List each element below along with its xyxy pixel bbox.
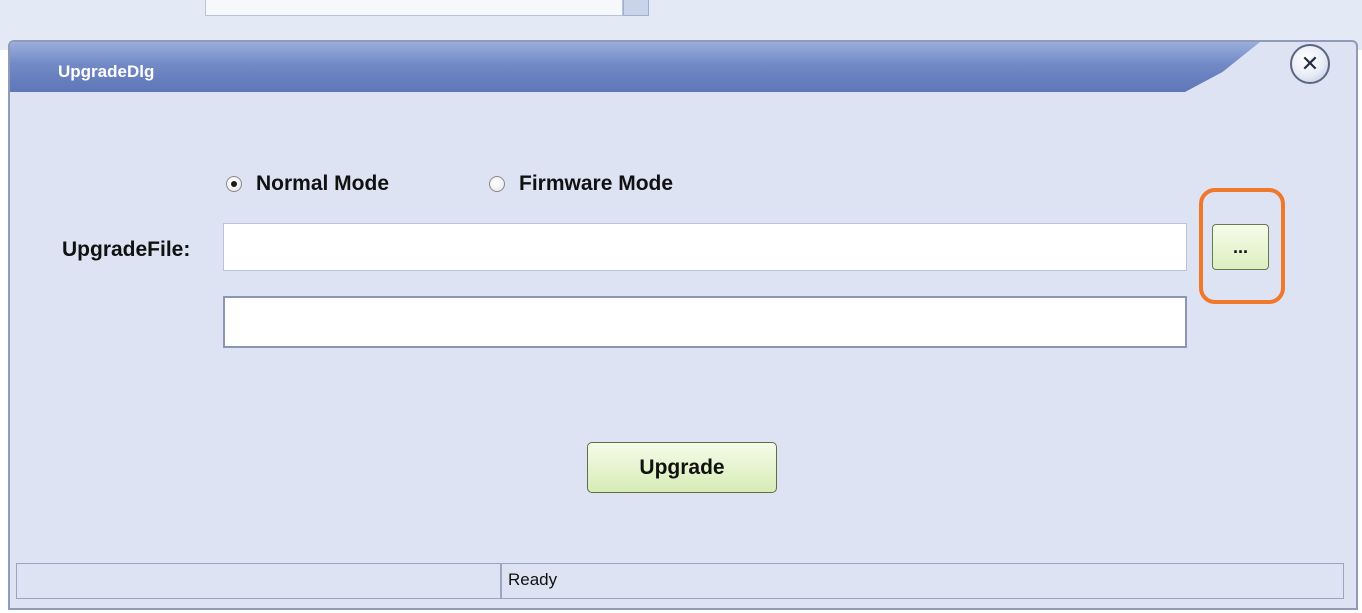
status-bar: Ready	[16, 563, 1344, 599]
upgrade-button[interactable]: Upgrade	[587, 442, 777, 493]
progress-field[interactable]	[223, 296, 1187, 348]
upgrade-file-label: UpgradeFile:	[62, 238, 191, 261]
close-icon[interactable]: ✕	[1290, 44, 1330, 84]
status-pane-right: Ready	[501, 563, 1344, 599]
radio-unchecked-icon	[489, 176, 505, 192]
upgrade-file-input[interactable]	[223, 223, 1187, 271]
background-combo	[205, 0, 623, 16]
radio-firmware-mode[interactable]: Firmware Mode	[489, 172, 673, 196]
dialog-titlebar: UpgradeDlg	[10, 42, 1260, 92]
status-pane-left	[16, 563, 501, 599]
radio-normal-mode[interactable]: Normal Mode	[226, 172, 389, 196]
browse-button[interactable]: ...	[1212, 224, 1269, 270]
radio-normal-mode-label: Normal Mode	[256, 172, 390, 195]
radio-checked-icon	[226, 176, 242, 192]
radio-firmware-mode-label: Firmware Mode	[519, 172, 674, 195]
dialog-title: UpgradeDlg	[58, 62, 155, 81]
background-combo-button	[623, 0, 649, 16]
